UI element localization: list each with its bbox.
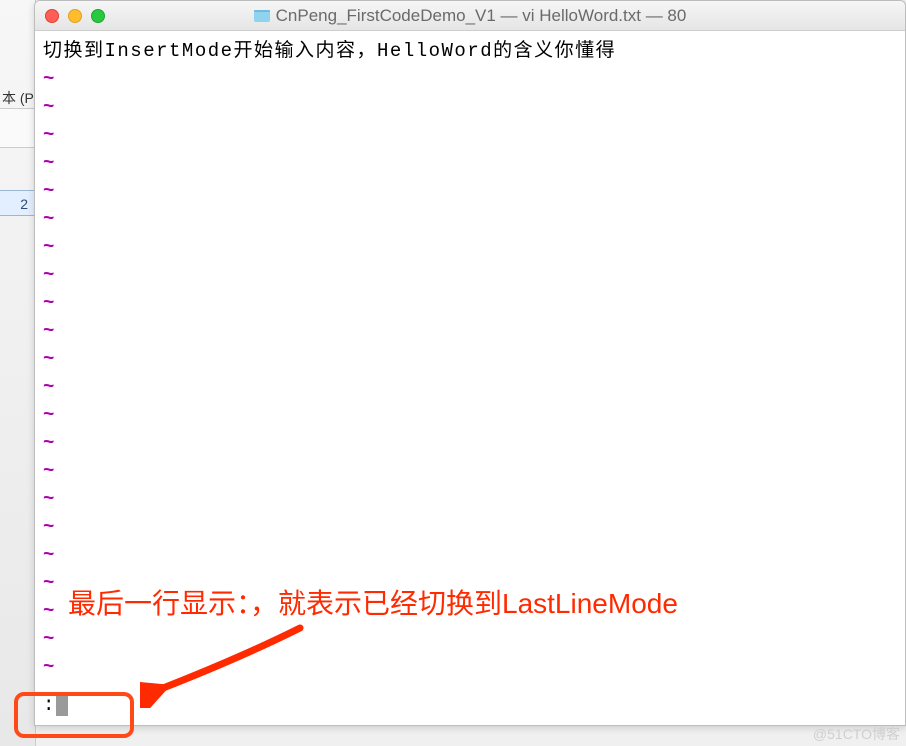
bg-row-number: 2	[0, 190, 36, 216]
minimize-icon[interactable]	[68, 9, 82, 23]
tilde-line: ~	[43, 373, 897, 401]
titlebar[interactable]: CnPeng_FirstCodeDemo_V1 — vi HelloWord.t…	[35, 1, 905, 31]
tilde-line: ~	[43, 513, 897, 541]
bg-label: 本 (P	[2, 88, 34, 108]
tilde-line: ~	[43, 429, 897, 457]
tilde-line: ~	[43, 289, 897, 317]
tilde-line: ~	[43, 653, 897, 681]
tilde-line: ~	[43, 93, 897, 121]
tilde-line: ~	[43, 121, 897, 149]
tilde-line: ~	[43, 261, 897, 289]
close-icon[interactable]	[45, 9, 59, 23]
bg-tab	[0, 108, 36, 148]
tilde-line: ~	[43, 177, 897, 205]
annotation-text: 最后一行显示：，就表示已经切换到LastLineMode	[68, 582, 678, 622]
window-title: CnPeng_FirstCodeDemo_V1 — vi HelloWord.t…	[35, 6, 905, 26]
background-sidebar: 本 (P 2	[0, 0, 36, 746]
window-title-text: CnPeng_FirstCodeDemo_V1 — vi HelloWord.t…	[276, 6, 687, 25]
tilde-line: ~	[43, 401, 897, 429]
content-line: 切换到InsertMode开始输入内容，HelloWord的含义你懂得	[43, 37, 897, 65]
tilde-line: ~	[43, 233, 897, 261]
cursor-block-icon	[56, 694, 68, 716]
tilde-line: ~	[43, 345, 897, 373]
tilde-line: ~	[43, 149, 897, 177]
tilde-line: ~	[43, 317, 897, 345]
watermark: @51CTO博客	[813, 724, 900, 744]
tilde-line: ~	[43, 457, 897, 485]
tilde-line: ~	[43, 65, 897, 93]
tilde-line: ~	[43, 541, 897, 569]
tilde-line: ~	[43, 205, 897, 233]
tilde-line: ~	[43, 485, 897, 513]
maximize-icon[interactable]	[91, 9, 105, 23]
traffic-lights	[45, 9, 105, 23]
tilde-line: ~	[43, 625, 897, 653]
folder-icon	[254, 10, 270, 22]
command-line[interactable]: :	[43, 691, 68, 719]
command-prompt: :	[43, 691, 54, 719]
